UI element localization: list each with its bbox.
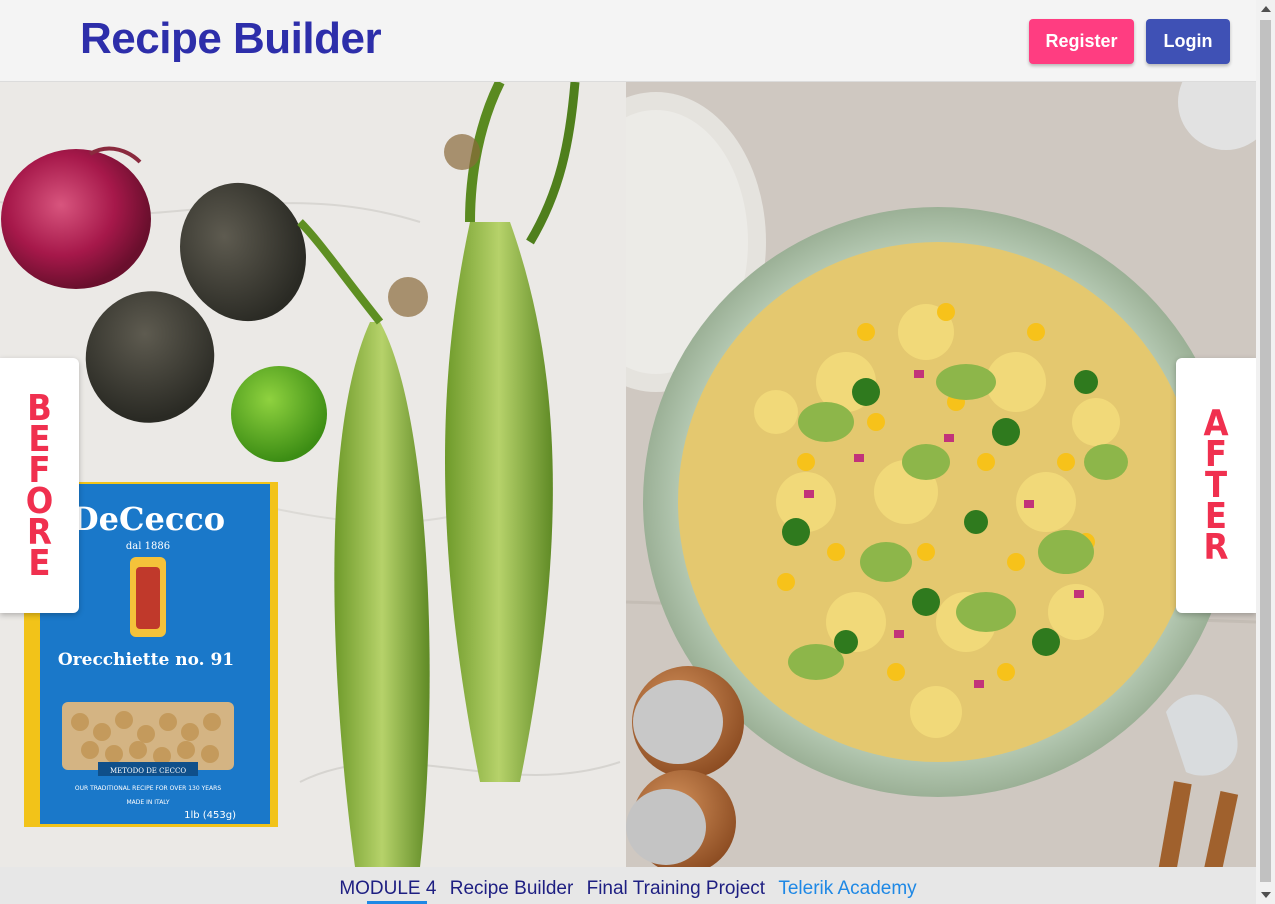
app-header: Recipe Builder Register Login (0, 0, 1256, 82)
after-image (626, 82, 1256, 867)
scrollbar-thumb[interactable] (1260, 20, 1271, 882)
package-brand-text: DeCecco (71, 500, 225, 538)
package-weight-text: 1lb (453g) (184, 810, 236, 821)
footer: MODULE 4 Recipe Builder Final Training P… (0, 867, 1256, 904)
hero-comparison: DeCecco dal 1886 Orecchiette no. 91 METO… (0, 82, 1256, 867)
footer-app-name: Recipe Builder (449, 878, 574, 899)
footer-module: MODULE 4 (339, 878, 437, 899)
package-tagline-text: OUR TRADITIONAL RECIPE FOR OVER 130 YEAR… (75, 785, 221, 792)
package-since-text: dal 1886 (126, 541, 170, 552)
telerik-academy-link[interactable]: Telerik Academy (778, 878, 916, 899)
register-button[interactable]: Register (1029, 19, 1134, 64)
scroll-down-arrow-icon[interactable] (1261, 892, 1271, 898)
page-title[interactable]: Recipe Builder (80, 14, 382, 64)
package-product-text: Orecchiette no. 91 (58, 650, 234, 670)
package-origin-text: MADE IN ITALY (126, 799, 169, 806)
before-label: BEFORE (0, 358, 79, 613)
footer-project: Final Training Project (586, 878, 766, 899)
after-label-text: AFTER (1203, 403, 1229, 568)
scroll-up-arrow-icon[interactable] (1261, 6, 1271, 12)
vertical-scrollbar[interactable] (1256, 0, 1275, 904)
after-label: AFTER (1176, 358, 1256, 613)
before-image: DeCecco dal 1886 Orecchiette no. 91 METO… (0, 82, 626, 867)
login-button[interactable]: Login (1146, 19, 1230, 64)
before-label-text: BEFORE (25, 387, 54, 584)
package-badge-text: METODO DE CECCO (110, 767, 186, 775)
